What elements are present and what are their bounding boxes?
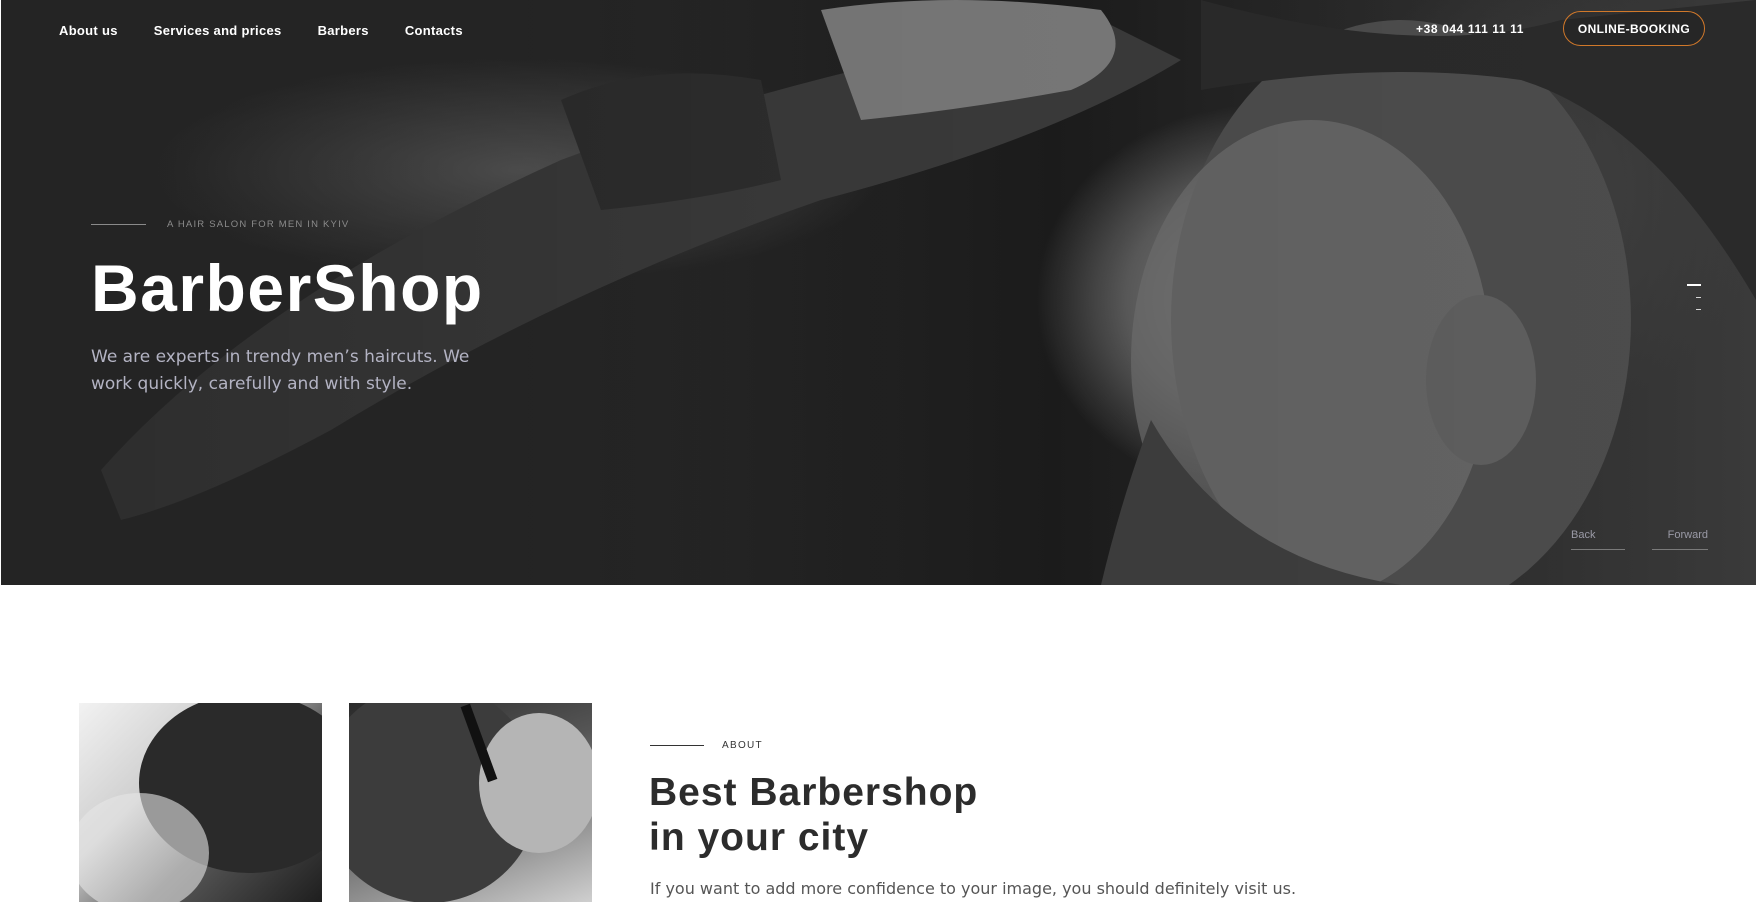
slider-dot-1[interactable] bbox=[1687, 284, 1701, 286]
nav-item-barbers[interactable]: Barbers bbox=[318, 22, 369, 40]
tagline-divider bbox=[91, 224, 146, 225]
hero-description: We are experts in trendy men’s haircuts.… bbox=[91, 347, 470, 394]
about-title: Best Barbershop in your city bbox=[649, 770, 978, 860]
slider-pagination bbox=[1687, 284, 1701, 321]
phone-number-link[interactable]: +38 044 111 11 11 bbox=[1416, 20, 1524, 38]
nav-item-about-us[interactable]: About us bbox=[59, 22, 118, 40]
slider-forward-button[interactable]: Forward bbox=[1652, 528, 1708, 550]
about-label: ABOUT bbox=[722, 740, 763, 751]
beard-trim-photo bbox=[79, 703, 322, 902]
online-booking-button[interactable]: ONLINE-BOOKING bbox=[1563, 11, 1705, 46]
about-divider bbox=[650, 745, 704, 746]
haircut-image bbox=[349, 703, 592, 902]
haircut-photo bbox=[349, 703, 592, 902]
about-title-line1: Best Barbershop bbox=[649, 771, 979, 814]
about-title-line2: in your city bbox=[649, 816, 870, 859]
slider-dot-2[interactable] bbox=[1696, 297, 1701, 298]
hero-slider: About us Services and prices Barbers Con… bbox=[1, 0, 1756, 585]
nav-item-services-and-prices[interactable]: Services and prices bbox=[154, 22, 282, 40]
hero-title: BarberShop bbox=[91, 251, 484, 325]
hero-tagline: A HAIR SALON FOR MEN IN KYIV bbox=[167, 219, 350, 230]
about-text: If you want to add more confidence to yo… bbox=[650, 879, 1297, 898]
slider-back-button[interactable]: Back bbox=[1571, 528, 1625, 550]
main-nav: About us Services and prices Barbers Con… bbox=[59, 22, 499, 40]
nav-item-contacts[interactable]: Contacts bbox=[405, 22, 463, 40]
slider-dot-3[interactable] bbox=[1696, 309, 1701, 310]
beard-trim-image bbox=[79, 703, 322, 902]
